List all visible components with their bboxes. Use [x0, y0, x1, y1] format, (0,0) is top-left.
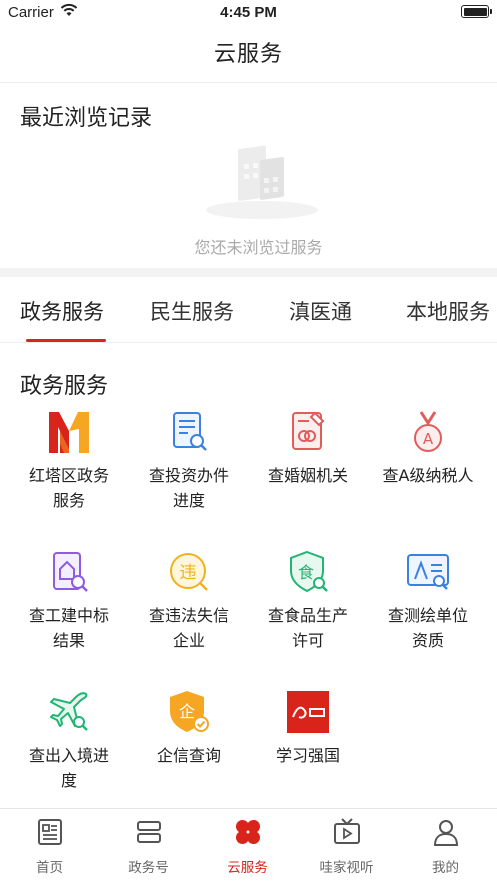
service-label-line1: 企信查询 — [156, 746, 221, 765]
section-title: 政务服务 — [20, 374, 109, 399]
xuexi-qiangguo-logo-icon — [287, 691, 329, 733]
service-label-line2: 结果 — [52, 631, 85, 650]
service-violation-enterprises[interactable]: 违 查违法失信 企业 — [127, 549, 251, 653]
person-icon — [433, 820, 458, 846]
svg-text:违: 违 — [180, 563, 197, 583]
recent-history-title: 最近浏览记录 — [20, 106, 153, 131]
svg-text:食: 食 — [298, 563, 314, 582]
violation-search-icon: 违 — [170, 553, 208, 591]
tabbar-label: 我的 — [432, 860, 459, 876]
food-license-icon: 食 — [290, 550, 328, 593]
svg-text:企: 企 — [179, 702, 195, 721]
service-label-line1: 查婚姻机关 — [267, 466, 348, 485]
service-xuexi-qiangguo[interactable]: 学习强国 — [246, 689, 370, 768]
stack-icon — [136, 821, 161, 843]
enterprise-shield-icon: 企 — [170, 691, 209, 732]
service-label-line1: 学习强国 — [275, 746, 340, 765]
service-label-line2: 企业 — [172, 631, 205, 650]
tabbar-government-accounts[interactable]: 政务号 — [99, 817, 198, 876]
service-label-line1: 查投资办件 — [148, 466, 229, 485]
battery-icon — [461, 5, 492, 18]
tab-local-services[interactable]: 本地服务 — [406, 296, 490, 326]
bottom-tab-bar: 首页 政务号 云服务 哇家视听 我的 — [0, 809, 497, 883]
empty-history-text: 您还未浏览过服务 — [194, 238, 323, 257]
tabbar-cloud-services[interactable]: 云服务 — [198, 817, 297, 876]
service-label-line1: 查违法失信 — [148, 606, 229, 625]
clover-icon — [235, 820, 260, 844]
service-label-line2: 许可 — [291, 631, 324, 650]
tabbar-label: 哇家视听 — [319, 860, 374, 876]
status-time: 4:45 PM — [220, 4, 277, 21]
tabbar-label: 首页 — [36, 860, 63, 876]
service-label-line2: 资质 — [411, 631, 444, 650]
construction-bid-icon — [53, 552, 88, 592]
svg-text:A: A — [423, 430, 434, 448]
empty-buildings-icon — [206, 145, 318, 219]
tab-dian-medical[interactable]: 滇医通 — [289, 296, 352, 326]
service-hongta-government[interactable]: 红塔区政务 服务 — [7, 409, 131, 513]
tab-livelihood-services[interactable]: 民生服务 — [150, 296, 234, 326]
tabbar-home[interactable]: 首页 — [0, 817, 99, 876]
service-entry-exit-progress[interactable]: 查出入境进 度 — [7, 689, 131, 793]
section-gap — [0, 268, 497, 277]
status-bar: Carrier 4:45 PM — [0, 0, 497, 26]
tv-play-icon — [333, 818, 360, 844]
document-search-icon — [173, 412, 207, 451]
tabbar-media[interactable]: 哇家视听 — [297, 817, 396, 876]
tabs-divider — [0, 342, 497, 343]
service-construction-bid[interactable]: 查工建中标 结果 — [7, 549, 131, 653]
marriage-certificate-icon — [292, 411, 325, 450]
service-label-line2: 服务 — [52, 491, 85, 510]
service-investment-progress[interactable]: 查投资办件 进度 — [127, 409, 251, 513]
hongta-logo-icon — [49, 412, 89, 453]
service-label-line1: 查食品生产 — [267, 606, 348, 625]
service-label-line1: 查测绘单位 — [387, 606, 468, 625]
tabbar-label: 云服务 — [227, 860, 268, 876]
service-tabs: 政务服务 民生服务 滇医通 本地服务 — [0, 277, 497, 342]
tabbar-label: 政务号 — [128, 860, 169, 876]
page-title: 云服务 — [213, 42, 283, 67]
nav-divider — [0, 82, 497, 83]
service-label-line1: 查工建中标 — [28, 606, 109, 625]
service-marriage-office[interactable]: 查婚姻机关 — [246, 409, 370, 488]
service-food-license[interactable]: 食 查食品生产 许可 — [246, 549, 370, 653]
service-label-line1: 查出入境进 — [28, 746, 109, 765]
tabbar-me[interactable]: 我的 — [396, 817, 495, 876]
news-icon — [37, 819, 62, 845]
service-label-line2: 度 — [60, 771, 77, 790]
service-label-line1: 红塔区政务 — [28, 466, 109, 485]
service-a-grade-taxpayer[interactable]: A 查A级纳税人 — [366, 409, 490, 488]
service-survey-qualification[interactable]: 查测绘单位 资质 — [366, 549, 490, 653]
airplane-search-icon — [50, 692, 88, 731]
service-enterprise-credit[interactable]: 企 企信查询 — [127, 689, 251, 768]
service-label-line1: 查A级纳税人 — [382, 466, 474, 485]
survey-qualification-icon — [407, 554, 449, 590]
medal-a-icon: A — [414, 411, 442, 452]
service-label-line2: 进度 — [172, 491, 205, 510]
tab-government-services[interactable]: 政务服务 — [20, 296, 104, 326]
